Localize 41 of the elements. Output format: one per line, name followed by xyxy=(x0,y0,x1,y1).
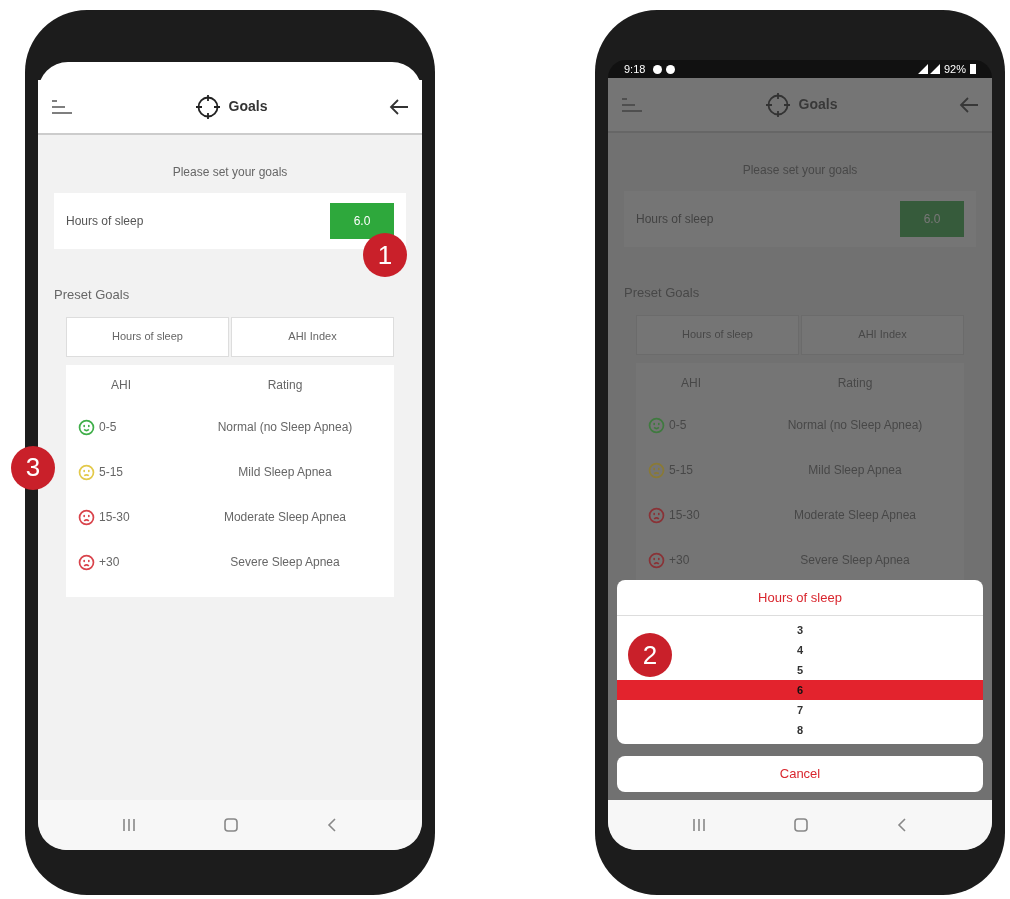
signal-icon xyxy=(917,64,940,74)
target-icon xyxy=(194,93,221,120)
back-icon[interactable] xyxy=(896,818,909,832)
recent-apps-icon[interactable] xyxy=(691,818,706,832)
callout-marker: 2 xyxy=(628,633,672,677)
recent-apps-icon[interactable] xyxy=(121,818,136,832)
table-cell-text: 5-15 xyxy=(99,464,124,481)
back-icon[interactable] xyxy=(326,818,339,832)
back-arrow-icon[interactable] xyxy=(388,96,410,117)
table-cell-text: 0-5 xyxy=(99,419,117,436)
cancel-button[interactable]: Cancel xyxy=(617,756,983,792)
table-cell-text: Mild Sleep Apnea xyxy=(238,464,332,481)
status-time: 9:18 xyxy=(624,61,646,77)
home-icon[interactable] xyxy=(223,817,239,833)
picker-option[interactable]: 6 xyxy=(784,681,816,699)
column-header: AHI xyxy=(111,376,131,394)
table-cell-text: Moderate Sleep Apnea xyxy=(223,509,347,526)
picker-option[interactable]: 5 xyxy=(784,661,816,679)
goal-value-button[interactable]: 6.0 xyxy=(330,203,394,239)
picker-title: Hours of sleep xyxy=(617,580,983,616)
preset-tab[interactable]: Hours of sleep xyxy=(66,316,229,357)
picker-option[interactable]: 4 xyxy=(784,641,816,659)
picker-option[interactable]: 3 xyxy=(784,621,816,639)
callout-marker: 1 xyxy=(363,233,407,277)
screen-title: Goals xyxy=(228,97,268,116)
section-title: Preset Goals xyxy=(53,286,131,304)
picker-option[interactable]: 7 xyxy=(784,701,816,719)
table-cell-text: Normal (no Sleep Apnea) xyxy=(217,419,353,436)
preset-tab[interactable]: AHI Index xyxy=(231,316,394,357)
goal-label: Hours of sleep xyxy=(66,213,145,230)
prompt-text: Please set your goals xyxy=(171,164,289,181)
callout-marker: 3 xyxy=(11,445,55,490)
table-cell-text: Severe Sleep Apnea xyxy=(230,554,340,571)
picker-option[interactable]: 8 xyxy=(784,721,816,739)
screen-title: Goals xyxy=(798,95,838,114)
column-header: Rating xyxy=(267,376,303,394)
battery-icon xyxy=(970,64,976,74)
home-icon[interactable] xyxy=(793,817,809,833)
table-cell-text: +30 xyxy=(99,554,120,571)
battery-level: 92% xyxy=(943,61,966,77)
table-cell-text: 15-30 xyxy=(99,509,130,526)
